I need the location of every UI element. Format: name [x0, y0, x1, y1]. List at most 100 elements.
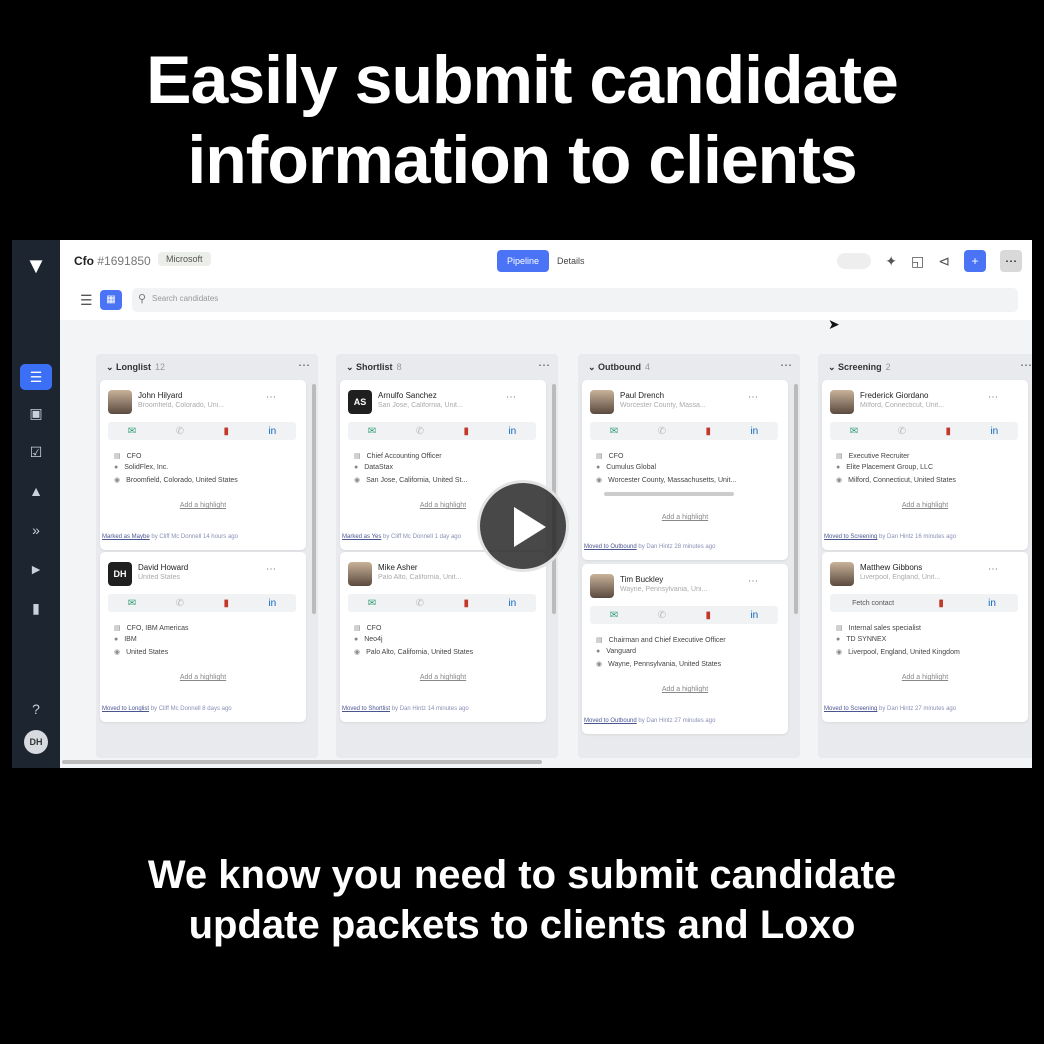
- resume-icon[interactable]: ▮: [705, 426, 711, 437]
- resume-icon[interactable]: ▮: [463, 426, 469, 437]
- linkedin-icon[interactable]: in: [508, 598, 516, 609]
- phone-icon[interactable]: ✆: [176, 426, 184, 437]
- export-icon[interactable]: ◱: [911, 253, 924, 270]
- phone-icon[interactable]: ✆: [176, 598, 184, 609]
- contacts-nav-icon[interactable]: ▣: [20, 400, 52, 426]
- candidate-card[interactable]: Mike Asher Palo Alto, California, Unit...…: [340, 552, 546, 722]
- column-scrollbar[interactable]: [312, 384, 316, 614]
- add-highlight-link[interactable]: Add a highlight: [582, 514, 788, 521]
- card-more-icon[interactable]: ⋯: [748, 392, 758, 403]
- column-more-icon[interactable]: ⋯: [780, 358, 792, 372]
- owl-logo-icon[interactable]: ▼: [24, 254, 48, 278]
- pipeline-nav-icon[interactable]: ☰: [20, 364, 52, 390]
- candidate-card[interactable]: Tim Buckley Wayne, Pennsylvania, Uni... ⋯ ✉…: [582, 564, 788, 734]
- add-highlight-link[interactable]: Add a highlight: [100, 502, 306, 509]
- linkedin-icon[interactable]: in: [508, 426, 516, 437]
- add-highlight-link[interactable]: Add a highlight: [100, 674, 306, 681]
- column-title[interactable]: ⌄ Shortlist 8: [346, 362, 402, 373]
- candidate-card[interactable]: Matthew Gibbons Liverpool, England, Unit.…: [822, 552, 1028, 722]
- card-more-icon[interactable]: ⋯: [266, 564, 276, 575]
- resume-icon[interactable]: ▮: [463, 598, 469, 609]
- play-button[interactable]: [477, 480, 569, 572]
- fetch-contact-button[interactable]: Fetch contact: [852, 600, 894, 607]
- column-more-icon[interactable]: ⋯: [298, 358, 310, 372]
- email-icon[interactable]: ✉: [610, 426, 618, 437]
- candidate-name[interactable]: Mike Asher: [378, 563, 418, 572]
- tasks-nav-icon[interactable]: ☑: [20, 439, 52, 465]
- email-icon[interactable]: ✉: [368, 598, 376, 609]
- company-badge[interactable]: Microsoft: [158, 252, 211, 266]
- user-avatar[interactable]: DH: [24, 730, 48, 754]
- phone-icon[interactable]: ✆: [898, 426, 906, 437]
- sequences-nav-icon[interactable]: »: [20, 517, 52, 543]
- add-highlight-link[interactable]: Add a highlight: [822, 674, 1028, 681]
- resume-icon[interactable]: ▮: [938, 598, 944, 609]
- help-icon[interactable]: ?: [20, 696, 52, 722]
- linkedin-icon[interactable]: in: [750, 426, 758, 437]
- email-icon[interactable]: ✉: [610, 610, 618, 621]
- email-icon[interactable]: ✉: [128, 426, 136, 437]
- linkedin-icon[interactable]: in: [268, 426, 276, 437]
- sparkle-icon[interactable]: ✦: [885, 253, 897, 270]
- candidate-name[interactable]: Paul Drench: [620, 391, 664, 400]
- companies-nav-icon[interactable]: ▲: [20, 478, 52, 504]
- linkedin-icon[interactable]: in: [750, 610, 758, 621]
- resume-icon[interactable]: ▮: [223, 598, 229, 609]
- add-highlight-link[interactable]: Add a highlight: [822, 502, 1028, 509]
- email-icon[interactable]: ✉: [850, 426, 858, 437]
- candidate-name[interactable]: David Howard: [138, 563, 188, 572]
- board-view-icon[interactable]: ▦: [100, 290, 122, 310]
- card-more-icon[interactable]: ⋯: [266, 392, 276, 403]
- reports-nav-icon[interactable]: ▮: [20, 595, 52, 621]
- card-more-icon[interactable]: ⋯: [506, 392, 516, 403]
- menu-icon[interactable]: ☰: [80, 292, 93, 309]
- candidate-card[interactable]: Paul Drench Worcester County, Massa... ⋯ ✉ ✆…: [582, 380, 788, 560]
- candidate-name[interactable]: Frederick Giordano: [860, 391, 928, 400]
- candidate-card[interactable]: John Hilyard Broomfield, Colorado, Uni...…: [100, 380, 306, 550]
- activity-link[interactable]: Moved to Screening: [824, 534, 877, 540]
- column-title[interactable]: ⌄ Longlist 12: [106, 362, 165, 373]
- tab-details[interactable]: Details: [547, 250, 595, 272]
- card-more-icon[interactable]: ⋯: [988, 564, 998, 575]
- phone-icon[interactable]: ✆: [416, 598, 424, 609]
- candidate-name[interactable]: John Hilyard: [138, 391, 182, 400]
- activity-link[interactable]: Moved to Outbound: [584, 544, 637, 550]
- candidate-card[interactable]: Frederick Giordano Milford, Connecticut, …: [822, 380, 1028, 550]
- column-more-icon[interactable]: ⋯: [1020, 358, 1032, 372]
- activity-link[interactable]: Moved to Longlist: [102, 706, 149, 712]
- column-scrollbar[interactable]: [794, 384, 798, 614]
- candidate-name[interactable]: Tim Buckley: [620, 575, 663, 584]
- activity-link[interactable]: Moved to Outbound: [584, 718, 637, 724]
- linkedin-icon[interactable]: in: [268, 598, 276, 609]
- view-toggle[interactable]: [837, 253, 872, 269]
- email-icon[interactable]: ✉: [368, 426, 376, 437]
- add-highlight-link[interactable]: Add a highlight: [340, 674, 546, 681]
- campaigns-nav-icon[interactable]: ►: [20, 556, 52, 582]
- email-icon[interactable]: ✉: [128, 598, 136, 609]
- card-more-icon[interactable]: ⋯: [748, 576, 758, 587]
- horizontal-scrollbar[interactable]: [62, 760, 542, 764]
- column-title[interactable]: ⌄ Outbound 4: [588, 362, 650, 373]
- phone-icon[interactable]: ✆: [658, 610, 666, 621]
- more-options-icon[interactable]: ⋯: [1000, 250, 1022, 272]
- column-more-icon[interactable]: ⋯: [538, 358, 550, 372]
- resume-icon[interactable]: ▮: [223, 426, 229, 437]
- linkedin-icon[interactable]: in: [990, 426, 998, 437]
- candidate-card[interactable]: DH David Howard United States ⋯ ✉ ✆ ▮ in ▤ CFO, I…: [100, 552, 306, 722]
- candidate-name[interactable]: Matthew Gibbons: [860, 563, 922, 572]
- candidate-name[interactable]: Arnulfo Sanchez: [378, 391, 437, 400]
- linkedin-icon[interactable]: in: [988, 598, 996, 609]
- activity-link[interactable]: Moved to Screening: [824, 706, 877, 712]
- resume-icon[interactable]: ▮: [705, 610, 711, 621]
- phone-icon[interactable]: ✆: [658, 426, 666, 437]
- activity-link[interactable]: Marked as Maybe: [102, 534, 150, 540]
- share-icon[interactable]: ⊲: [938, 253, 950, 270]
- resume-icon[interactable]: ▮: [945, 426, 951, 437]
- card-more-icon[interactable]: ⋯: [988, 392, 998, 403]
- tab-pipeline[interactable]: Pipeline: [497, 250, 550, 272]
- activity-link[interactable]: Moved to Shortlist: [342, 706, 390, 712]
- column-title[interactable]: ⌄ Screening 2: [828, 362, 891, 373]
- add-highlight-link[interactable]: Add a highlight: [582, 686, 788, 693]
- activity-link[interactable]: Marked as Yes: [342, 534, 381, 540]
- phone-icon[interactable]: ✆: [416, 426, 424, 437]
